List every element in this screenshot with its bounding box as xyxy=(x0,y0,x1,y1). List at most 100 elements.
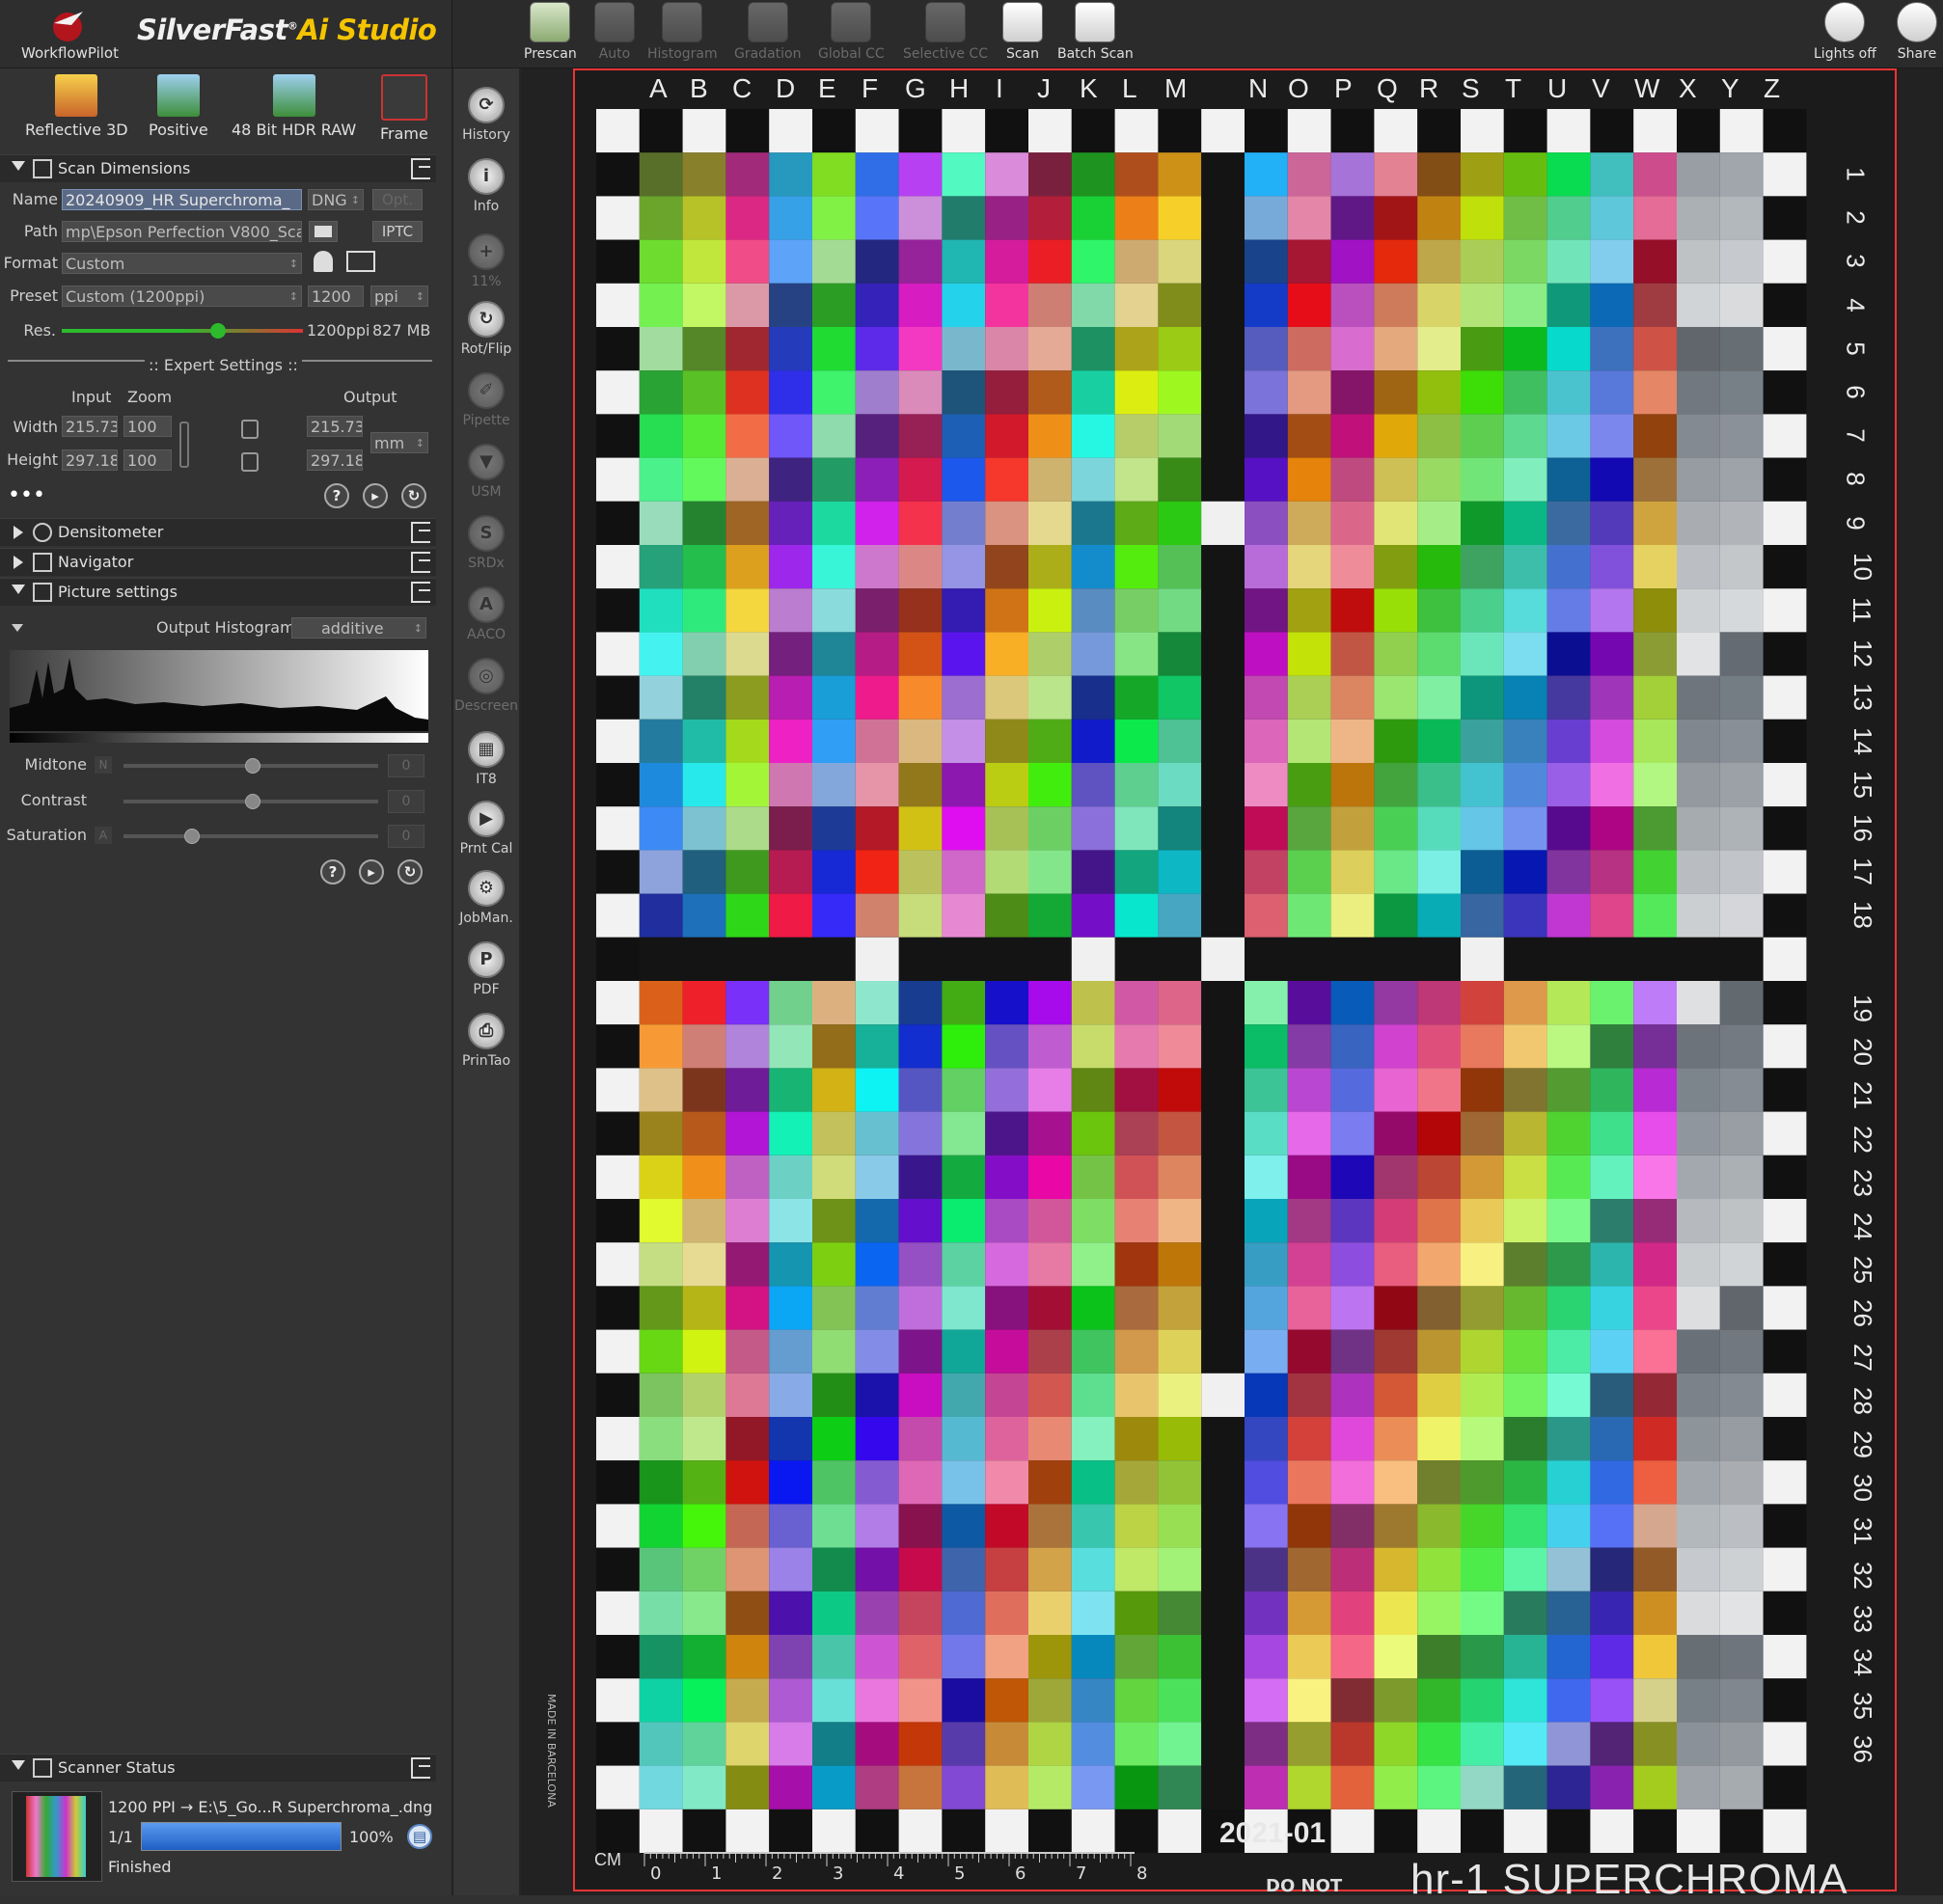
collapse-arrow-icon[interactable] xyxy=(12,585,25,594)
selective-cc-button[interactable]: Selective CC xyxy=(903,2,988,62)
path-input[interactable]: mp\Epson Perfection V800_Scan xyxy=(62,221,302,242)
rotate-flip-tool-button[interactable]: ↻ Rot/Flip xyxy=(453,301,519,357)
pdf-tool-button[interactable]: P PDF xyxy=(453,941,519,997)
reset-icon[interactable]: ↻ xyxy=(397,859,423,884)
srdx-tool-button[interactable]: S SRDx xyxy=(453,515,519,571)
options-button[interactable]: Opt. xyxy=(372,189,423,210)
height-input[interactable]: 297.18 xyxy=(62,449,118,471)
reset-icon[interactable]: ↻ xyxy=(401,483,426,508)
aaco-tool-button[interactable]: A AACO xyxy=(453,586,519,642)
iptc-button[interactable]: IPTC xyxy=(372,221,423,242)
row-label: 34 xyxy=(1847,1648,1877,1676)
frame-button[interactable]: Frame xyxy=(380,74,428,143)
histogram-mode-select[interactable]: additive xyxy=(291,617,426,639)
global-cc-icon xyxy=(831,2,872,42)
portrait-button[interactable] xyxy=(309,251,338,278)
contrast-slider-knob[interactable] xyxy=(245,794,260,809)
export-icon[interactable] xyxy=(411,582,430,603)
ppi-unit-select[interactable]: ppi xyxy=(370,286,428,307)
expand-arrow-icon[interactable] xyxy=(14,526,23,539)
job-manager-tool-button[interactable]: ⚙ JobMan. xyxy=(453,870,519,926)
width-input[interactable]: 215.73 xyxy=(62,416,118,437)
collapse-arrow-icon[interactable] xyxy=(12,161,25,171)
it8-tool-button[interactable]: ▦ IT8 xyxy=(453,731,519,787)
saturation-slider-knob[interactable] xyxy=(184,829,200,844)
height-lock-icon[interactable] xyxy=(241,452,259,472)
width-lock-icon[interactable] xyxy=(241,420,259,439)
export-icon[interactable] xyxy=(411,1757,430,1779)
format-select[interactable]: Custom xyxy=(62,253,302,274)
navigator-header[interactable]: Navigator xyxy=(0,548,436,576)
play-icon[interactable]: ▸ xyxy=(363,483,388,508)
ruler-number: 8 xyxy=(1136,1863,1148,1884)
contrast-value[interactable]: 0 xyxy=(388,790,424,813)
name-input[interactable]: 20240909_HR Superchroma_ xyxy=(62,189,302,210)
histogram-button[interactable]: Histogram xyxy=(647,2,718,62)
lights-off-button[interactable]: Lights off xyxy=(1814,2,1876,62)
scan-button[interactable]: Scan xyxy=(1002,2,1043,62)
folder-button[interactable] xyxy=(309,221,338,242)
densitometer-header[interactable]: Densitometer xyxy=(0,518,436,546)
workflowpilot-label[interactable]: WorkflowPilot xyxy=(21,44,119,62)
person-icon xyxy=(314,251,333,272)
reflective-3d-button[interactable]: Reflective 3D xyxy=(25,74,128,139)
positive-label: Positive xyxy=(149,121,208,139)
info-tool-button[interactable]: i Info xyxy=(453,158,519,214)
link-chain-icon[interactable] xyxy=(179,422,189,468)
preset-select[interactable]: Custom (1200ppi) xyxy=(62,286,302,307)
export-icon[interactable] xyxy=(411,522,430,543)
usm-tool-button[interactable]: ▼ USM xyxy=(453,444,519,500)
width-output-input[interactable]: 215.73 xyxy=(307,416,363,437)
play-icon[interactable]: ▸ xyxy=(359,859,384,884)
collapse-arrow-icon[interactable] xyxy=(12,1760,25,1770)
pdf-icon: P xyxy=(468,941,505,978)
width-label: Width xyxy=(13,418,58,436)
width-zoom-input[interactable]: 100 xyxy=(123,416,172,437)
workflowpilot-icon[interactable] xyxy=(48,4,91,42)
scanner-status-header[interactable]: Scanner Status xyxy=(0,1754,436,1782)
saturation-value[interactable]: 0 xyxy=(388,825,424,848)
gradation-button[interactable]: Gradation xyxy=(734,2,801,62)
selective-cc-icon xyxy=(924,2,966,42)
document-icon[interactable]: ▤ xyxy=(407,1824,432,1849)
export-icon[interactable] xyxy=(411,158,430,179)
global-cc-button[interactable]: Global CC xyxy=(818,2,885,62)
zoom-tool-button[interactable]: +11% xyxy=(453,233,519,289)
resolution-slider-knob[interactable] xyxy=(210,323,226,339)
pipette-tool-button[interactable]: ✐ Pipette xyxy=(453,372,519,428)
share-button[interactable]: Share xyxy=(1897,2,1937,62)
scan-thumbnail[interactable] xyxy=(12,1791,102,1882)
more-options-button[interactable]: ••• xyxy=(8,483,45,507)
file-format-select[interactable]: DNG xyxy=(308,189,364,210)
prescan-button[interactable]: Prescan xyxy=(524,2,577,62)
picture-settings-header[interactable]: Picture settings xyxy=(0,578,436,606)
printao-tool-button[interactable]: ⎙ PrinTao xyxy=(453,1013,519,1069)
descreen-tool-button[interactable]: ◎ Descreen xyxy=(453,658,519,714)
unit-select[interactable]: mm xyxy=(370,432,428,453)
positive-icon xyxy=(156,74,200,117)
history-tool-button[interactable]: ⟳ History xyxy=(453,87,519,143)
midtone-slider-knob[interactable] xyxy=(245,758,260,774)
expert-settings-toggle[interactable]: :: Expert Settings :: xyxy=(145,356,302,374)
column-label: D xyxy=(776,73,796,103)
height-output-input[interactable]: 297.18 xyxy=(307,449,363,471)
saturation-slider[interactable] xyxy=(123,834,378,838)
scan-dimensions-header[interactable]: Scan Dimensions xyxy=(0,154,436,182)
ppi-input[interactable]: 1200 xyxy=(308,286,364,307)
hdr-raw-button[interactable]: 48 Bit HDR RAW xyxy=(232,74,356,139)
auto-button[interactable]: Auto xyxy=(594,2,635,62)
batch-scan-button[interactable]: Batch Scan xyxy=(1057,2,1134,62)
print-calibration-tool-button[interactable]: ▶ Prnt Cal xyxy=(453,801,519,857)
help-icon[interactable]: ? xyxy=(324,483,349,508)
landscape-button[interactable] xyxy=(345,251,376,278)
height-zoom-input[interactable]: 100 xyxy=(123,449,172,471)
help-icon[interactable]: ? xyxy=(320,859,345,884)
positive-button[interactable]: Positive xyxy=(149,74,208,139)
histogram-collapse-icon[interactable] xyxy=(12,624,23,632)
expand-arrow-icon[interactable] xyxy=(14,556,23,569)
scan-frame[interactable] xyxy=(573,68,1897,1891)
export-icon[interactable] xyxy=(411,552,430,573)
midtone-value[interactable]: 0 xyxy=(388,754,424,777)
resolution-slider[interactable] xyxy=(62,329,303,333)
column-label: X xyxy=(1679,73,1697,103)
